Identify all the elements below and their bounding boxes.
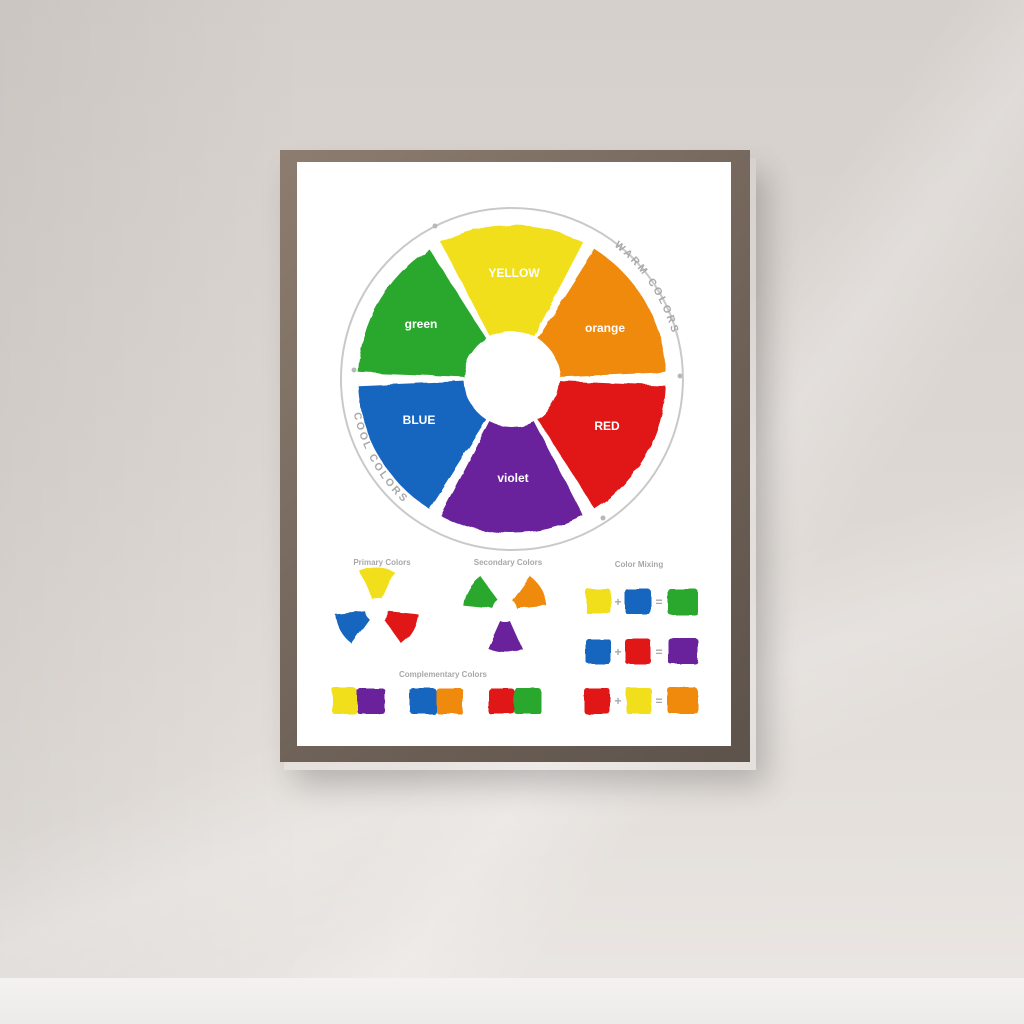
- wheel-label-orange: orange: [585, 321, 625, 335]
- secondary-green-wedge: [463, 576, 498, 609]
- primary-colors-title: Primary Colors: [353, 558, 411, 567]
- mix2-equals-sign: =: [655, 645, 662, 659]
- floor-shelf: [0, 978, 1024, 1024]
- ring-dot-top: [432, 223, 438, 229]
- mix3-red-swatch: [584, 688, 610, 714]
- primary-yellow-wedge: [359, 568, 395, 600]
- ring-dot-bottom: [600, 515, 606, 521]
- mix2-blue-swatch: [586, 639, 611, 664]
- comp-red-swatch: [488, 688, 514, 714]
- secondary-violet-wedge: [487, 620, 523, 652]
- mix2-red-swatch: [625, 639, 651, 664]
- wheel-label-green: green: [405, 317, 438, 331]
- wheel-label-blue: BLUE: [403, 413, 436, 427]
- wheel-label-yellow: YELLOW: [488, 266, 540, 280]
- wheel-label-violet: violet: [497, 471, 528, 485]
- ring-dot-left: [351, 367, 357, 373]
- mix3-equals-sign: =: [655, 694, 662, 708]
- mix1-plus-sign: +: [614, 595, 621, 609]
- mix2-plus-sign: +: [614, 645, 621, 659]
- complementary-colors-title: Complementary Colors: [399, 670, 488, 679]
- comp-orange-swatch: [436, 688, 463, 714]
- primary-red-wedge: [384, 611, 419, 644]
- mix3-yellow-swatch: [626, 688, 652, 714]
- primary-blue-wedge: [335, 611, 370, 644]
- mix1-yellow-swatch: [586, 589, 611, 614]
- ring-dot-right: [677, 373, 683, 379]
- mix1-green-swatch: [668, 589, 698, 615]
- comp-violet-swatch: [357, 688, 385, 714]
- mix2-violet-swatch: [668, 638, 698, 664]
- mix3-orange-swatch: [668, 688, 698, 714]
- comp-green-swatch: [514, 688, 541, 714]
- comp-blue-swatch: [410, 688, 436, 714]
- wheel-label-red: RED: [594, 419, 620, 433]
- color-mixing-title: Color Mixing: [615, 560, 664, 569]
- comp-yellow-swatch: [332, 688, 357, 714]
- color-wheel-poster: WARM COLORS COOL COLORS YELLOW orange RE…: [297, 162, 731, 746]
- secondary-colors-title: Secondary Colors: [474, 558, 543, 567]
- secondary-orange-wedge: [512, 576, 547, 609]
- mix3-plus-sign: +: [614, 694, 621, 708]
- mix1-equals-sign: =: [655, 595, 662, 609]
- mix1-blue-swatch: [625, 589, 651, 614]
